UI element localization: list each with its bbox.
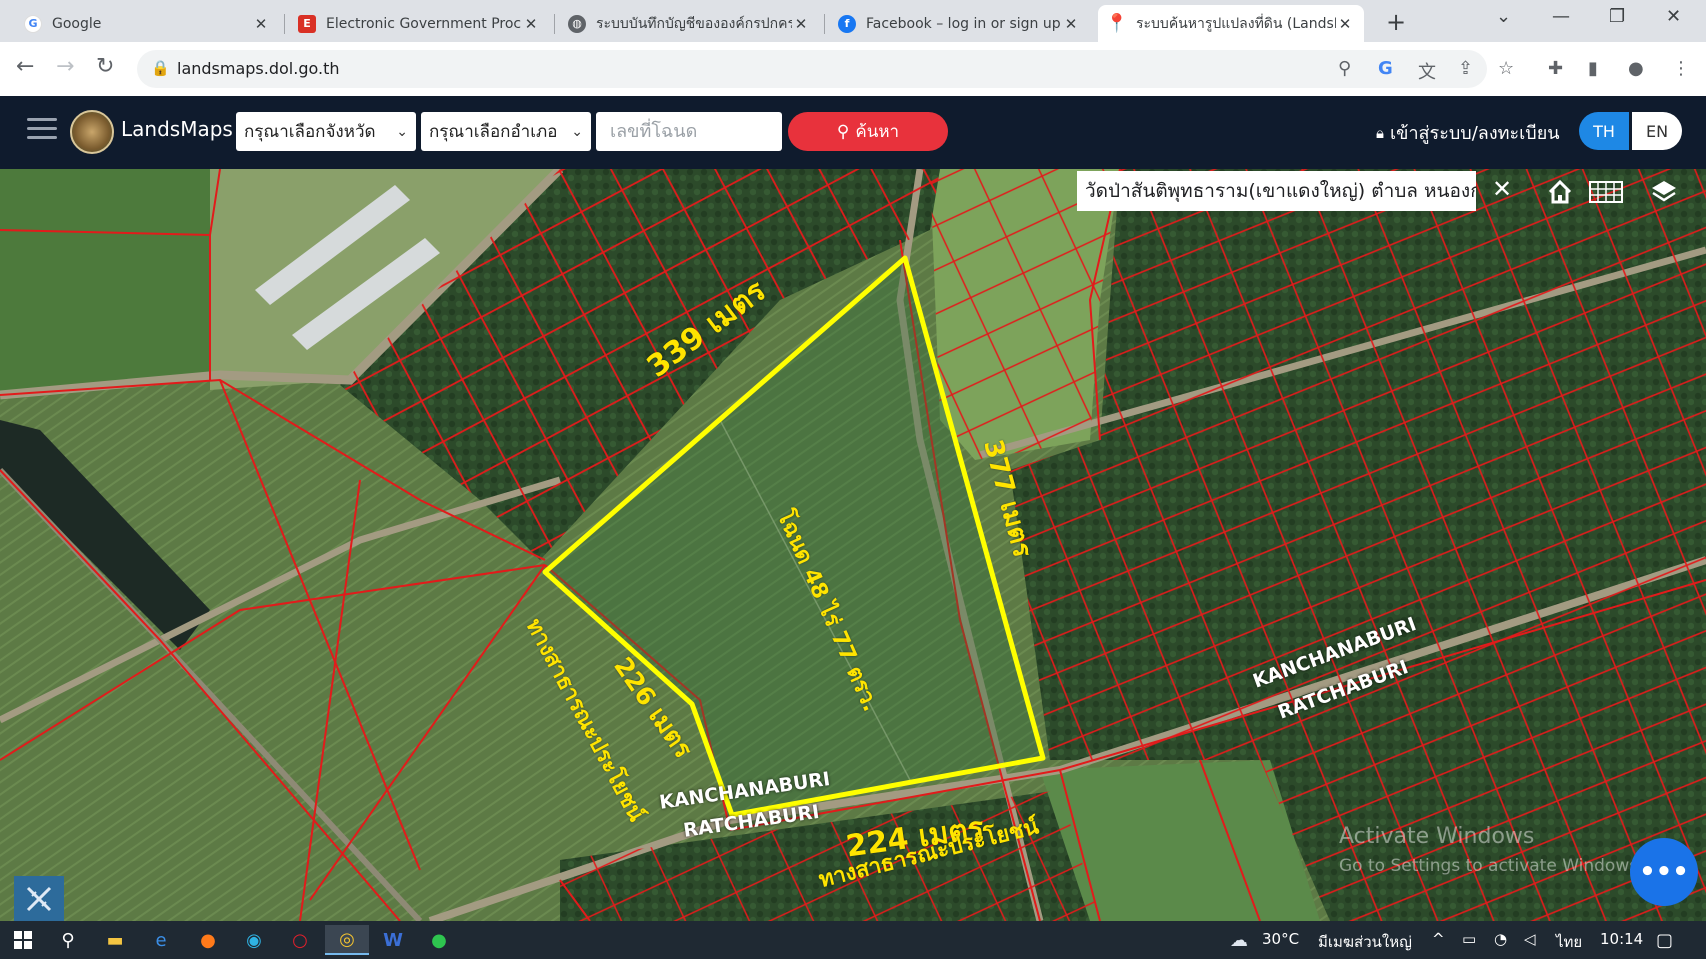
tab-divider — [824, 14, 825, 34]
facebook-icon: f — [838, 14, 856, 33]
tab-title: Electronic Government Procu — [326, 15, 522, 32]
tray-expand-icon[interactable]: ^ — [1432, 930, 1445, 948]
wifi-icon[interactable]: ◔ — [1494, 930, 1507, 948]
measure-tool-button[interactable] — [14, 876, 64, 921]
edge-icon[interactable]: ◉ — [232, 925, 276, 955]
tab-facebook[interactable]: f Facebook – log in or sign up ✕ — [828, 5, 1090, 42]
internet-explorer-icon[interactable]: e — [139, 925, 183, 955]
clock[interactable]: 10:14 — [1600, 930, 1643, 948]
browser-toolbar: ← → ↻ 🔒 landsmaps.dol.go.th ⚲ G 文 ⇪ ☆ ✚ … — [0, 42, 1706, 97]
search-button-label: ค้นหา — [855, 122, 900, 142]
weather-cloud-icon[interactable]: ☁ — [1230, 930, 1248, 951]
start-windows-icon[interactable] — [1, 925, 45, 955]
lock-icon[interactable]: 🔒 — [151, 59, 170, 77]
search-icon: ⚲ — [836, 121, 850, 142]
restore-icon[interactable]: ❐ — [1609, 6, 1625, 27]
home-icon[interactable] — [1539, 173, 1581, 211]
grid-layer-icon[interactable] — [1585, 173, 1627, 211]
chevron-down-icon: ⌄ — [571, 123, 583, 140]
extensions-icon[interactable]: ✚ — [1548, 58, 1563, 79]
ime-language-indicator[interactable]: ไทย — [1556, 930, 1582, 954]
line-messenger-icon[interactable]: ● — [417, 925, 461, 955]
district-select[interactable]: กรุณาเลือกอำเภอ ⌄ — [421, 112, 591, 151]
temperature-text[interactable]: 30°C — [1262, 930, 1299, 948]
map-canvas[interactable] — [0, 169, 1706, 921]
bookmark-star-icon[interactable]: ☆ — [1498, 58, 1514, 79]
tab-title: Facebook – log in or sign up — [866, 15, 1061, 32]
layers-icon[interactable] — [1643, 173, 1685, 211]
close-tab-icon[interactable]: ✕ — [1062, 15, 1080, 33]
tab-google[interactable]: G Google ✕ — [14, 5, 280, 42]
menu-kebab-icon[interactable]: ⋮ — [1672, 58, 1690, 79]
minimize-icon[interactable]: — — [1552, 6, 1570, 27]
lock-icon: 🔒︎ — [1376, 123, 1384, 142]
tab-egp[interactable]: E Electronic Government Procu ✕ — [288, 5, 550, 42]
chrome-icon[interactable]: ◎ — [325, 925, 369, 955]
login-register-link[interactable]: 🔒︎ เข้าสู่ระบบ/ลงทะเบียน — [1376, 118, 1560, 147]
hamburger-menu-icon[interactable] — [27, 118, 57, 145]
firefox-icon[interactable]: ● — [186, 925, 230, 955]
close-tab-icon[interactable]: ✕ — [792, 15, 810, 33]
district-select-value: กรุณาเลือกอำเภอ — [429, 122, 558, 142]
egp-icon: E — [298, 14, 316, 33]
department-of-lands-logo — [70, 110, 114, 154]
word-icon[interactable]: W — [371, 925, 415, 955]
tab-divider — [284, 14, 285, 34]
activate-windows-subtitle: Go to Settings to activate Windows. — [1339, 856, 1644, 876]
url-text[interactable]: landsmaps.dol.go.th — [177, 59, 340, 78]
search-icon[interactable]: ⚲ — [46, 925, 90, 955]
login-register-label: เข้าสู่ระบบ/ลงทะเบียน — [1389, 123, 1560, 144]
globe-icon: ◍ — [568, 14, 586, 33]
notification-icon[interactable]: ▢ — [1656, 930, 1673, 951]
map-pin-icon: 📍 — [1105, 13, 1129, 34]
clear-search-icon[interactable]: ✕ — [1492, 175, 1512, 203]
google-icon: G — [24, 14, 42, 33]
deed-number-input[interactable] — [596, 112, 782, 151]
search-button[interactable]: ⚲ ค้นหา — [788, 112, 948, 151]
ruler-cross-icon — [26, 886, 52, 911]
tab-accounting[interactable]: ◍ ระบบบันทึกบัญชีขององค์กรปกครอ ✕ — [558, 5, 820, 42]
lang-th-button[interactable]: TH — [1579, 112, 1629, 150]
province-select-value: กรุณาเลือกจังหวัด — [244, 122, 376, 142]
address-bar[interactable]: 🔒 landsmaps.dol.go.th — [137, 50, 1487, 88]
weather-text[interactable]: มีเมฆส่วนใหญ่ — [1318, 930, 1412, 954]
close-tab-icon[interactable]: ✕ — [1336, 15, 1354, 33]
brand-name: LandsMaps — [121, 117, 233, 141]
chevron-down-icon: ⌄ — [396, 123, 408, 140]
profile-icon[interactable]: ● — [1628, 58, 1644, 79]
tab-title: ระบบบันทึกบัญชีขององค์กรปกครอ — [596, 15, 792, 32]
tab-landsmaps[interactable]: 📍 ระบบค้นหารูปแปลงที่ดิน (LandsM ✕ — [1098, 5, 1364, 42]
chat-bubble-button[interactable]: ••• — [1630, 838, 1698, 906]
activate-windows-title: Activate Windows — [1339, 824, 1535, 849]
tab-divider — [554, 14, 555, 34]
google-lens-icon[interactable]: G — [1378, 58, 1393, 79]
field-nw — [0, 169, 210, 400]
side-panel-icon[interactable]: ▮ — [1588, 58, 1598, 79]
volume-icon[interactable]: ◁ — [1524, 930, 1536, 948]
landsmaps-header: LandsMaps กรุณาเลือกจังหวัด ⌄ กรุณาเลือก… — [0, 96, 1706, 169]
tab-title: Google — [52, 15, 102, 32]
location-icon[interactable]: ⚲ — [1338, 58, 1351, 79]
opera-icon[interactable]: ○ — [278, 925, 322, 955]
lang-en-button[interactable]: EN — [1632, 112, 1682, 150]
forward-icon[interactable]: → — [56, 54, 74, 79]
close-window-icon[interactable]: ✕ — [1666, 6, 1681, 27]
windows-taskbar: ⚲ ▬ e ● ◉ ○ ◎ W ● ☁ 30°C มีเมฆส่วนใหญ่ ^… — [0, 921, 1706, 959]
tab-search-icon[interactable]: ⌄ — [1496, 6, 1511, 27]
share-icon[interactable]: ⇪ — [1458, 58, 1473, 79]
close-tab-icon[interactable]: ✕ — [252, 15, 270, 33]
back-icon[interactable]: ← — [16, 54, 34, 79]
close-tab-icon[interactable]: ✕ — [522, 15, 540, 33]
translate-icon[interactable]: 文 — [1418, 58, 1436, 84]
place-search-field[interactable]: วัดป่าสันติพุทธาราม(เขาแดงใหญ่) ตำบล หนอ… — [1077, 171, 1476, 211]
file-explorer-icon[interactable]: ▬ — [93, 925, 137, 955]
network-icon[interactable]: ▭ — [1462, 930, 1476, 948]
tab-title: ระบบค้นหารูปแปลงที่ดิน (LandsM — [1136, 15, 1336, 32]
reload-icon[interactable]: ↻ — [96, 54, 114, 79]
province-select[interactable]: กรุณาเลือกจังหวัด ⌄ — [236, 112, 416, 151]
new-tab-icon[interactable]: + — [1386, 8, 1406, 36]
browser-tab-strip: G Google ✕ E Electronic Government Procu… — [0, 0, 1706, 42]
satellite-map[interactable]: 339 เมตร 377 เมตร 226 เมตร 224 เมตร โฉนด… — [0, 169, 1706, 921]
